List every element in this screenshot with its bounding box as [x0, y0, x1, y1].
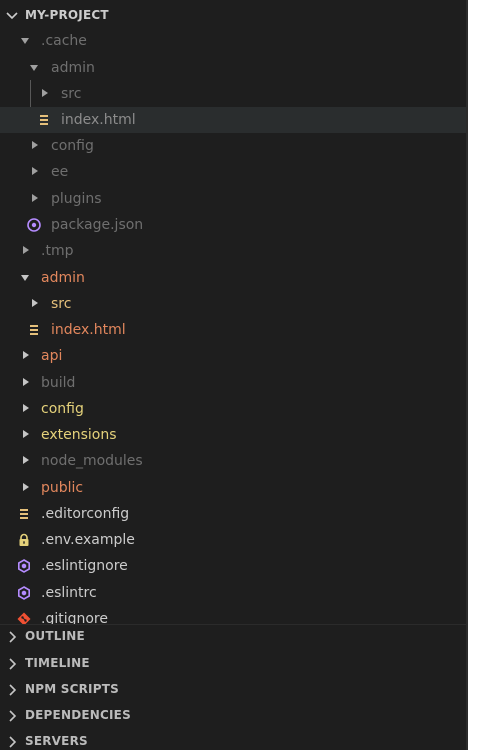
section-npm-scripts[interactable]: NPM SCRIPTS: [0, 676, 466, 702]
chevron-right-icon: [9, 684, 17, 696]
tree-file-env-example[interactable]: .env.example: [0, 527, 466, 553]
tree-item-label: .eslintrc: [41, 585, 97, 601]
tree-item-label: admin: [41, 270, 85, 286]
tree-item-label: .editorconfig: [41, 506, 130, 522]
section-timeline[interactable]: TIMELINE: [0, 650, 466, 676]
tree-folder-extensions[interactable]: extensions: [0, 422, 466, 448]
tree-file-eslintignore[interactable]: .eslintignore: [0, 553, 466, 579]
project-title: MY-PROJECT: [25, 8, 109, 22]
tree-folder-build[interactable]: build: [0, 370, 466, 396]
tree-item-label: index.html: [61, 112, 136, 128]
tree-folder-cache-config[interactable]: config: [0, 133, 466, 159]
section-title: DEPENDENCIES: [25, 708, 131, 722]
tree-item-label: plugins: [51, 191, 102, 207]
tree-folder-tmp[interactable]: .tmp: [0, 238, 466, 264]
section-title: SERVERS: [25, 734, 88, 748]
eslint-icon: [17, 586, 30, 600]
chevron-expanded-icon: [30, 65, 38, 71]
chevron-collapsed-icon: [23, 456, 29, 464]
tree-item-label: .eslintignore: [41, 558, 128, 574]
file-lines-icon: [20, 509, 28, 519]
tree-item-label: admin: [51, 60, 95, 76]
tree-item-label: src: [51, 296, 72, 312]
tree-folder-node-modules[interactable]: node_modules: [0, 448, 466, 474]
explorer-panel: MY-PROJECT .cache admin src index.html c…: [0, 0, 466, 750]
tree-file-admin-index-html[interactable]: index.html: [0, 317, 466, 343]
tree-file-editorconfig[interactable]: .editorconfig: [0, 501, 466, 527]
tree-folder-cache-admin-src[interactable]: src: [0, 81, 466, 107]
chevron-collapsed-icon: [32, 141, 38, 149]
section-servers[interactable]: SERVERS: [0, 728, 466, 750]
tree-item-label: node_modules: [41, 453, 143, 469]
nodejs-icon: [27, 218, 41, 232]
tree-item-label: config: [41, 401, 84, 417]
chevron-collapsed-icon: [32, 299, 38, 307]
chevron-expanded-icon: [21, 38, 29, 44]
tree-item-label: public: [41, 480, 84, 496]
tree-item-label: .tmp: [41, 243, 74, 259]
file-lines-icon: [30, 325, 38, 335]
chevron-right-icon: [9, 658, 17, 670]
section-dependencies[interactable]: DEPENDENCIES: [0, 702, 466, 728]
tree-folder-cache-plugins[interactable]: plugins: [0, 186, 466, 212]
tree-item-label: api: [41, 348, 63, 364]
section-title: TIMELINE: [25, 656, 90, 670]
chevron-collapsed-icon: [42, 89, 48, 97]
chevron-collapsed-icon: [23, 351, 29, 359]
tree-file-gitignore[interactable]: .gitignore: [0, 606, 466, 624]
tree-item-label: build: [41, 375, 76, 391]
tree-folder-config[interactable]: config: [0, 396, 466, 422]
tree-folder-admin-src[interactable]: src: [0, 291, 466, 317]
section-outline[interactable]: OUTLINE: [0, 623, 466, 649]
tree-folder-cache[interactable]: .cache: [0, 28, 466, 54]
chevron-collapsed-icon: [32, 194, 38, 202]
chevron-right-icon: [9, 736, 17, 748]
chevron-collapsed-icon: [23, 246, 29, 254]
tree-file-package-json[interactable]: package.json: [0, 212, 466, 238]
tree-item-label: .gitignore: [41, 611, 108, 624]
tree-item-label: ee: [51, 164, 69, 180]
tree-folder-admin[interactable]: admin: [0, 265, 466, 291]
tree-file-cache-index-html[interactable]: index.html: [0, 107, 466, 133]
tree-item-label: .cache: [41, 33, 87, 49]
eslint-icon: [17, 559, 30, 573]
tree-folder-public[interactable]: public: [0, 475, 466, 501]
tree-item-label: .env.example: [41, 532, 135, 548]
chevron-down-icon: [6, 12, 18, 20]
lock-icon: [19, 533, 29, 546]
panel-border: [466, 0, 468, 750]
chevron-right-icon: [9, 710, 17, 722]
project-header[interactable]: MY-PROJECT: [0, 2, 466, 28]
tree-item-label: src: [61, 86, 82, 102]
chevron-expanded-icon: [21, 275, 29, 281]
tree-folder-cache-ee[interactable]: ee: [0, 159, 466, 185]
chevron-collapsed-icon: [23, 483, 29, 491]
tree-file-eslintrc[interactable]: .eslintrc: [0, 580, 466, 606]
section-title: NPM SCRIPTS: [25, 682, 119, 696]
chevron-collapsed-icon: [23, 404, 29, 412]
file-lines-icon: [40, 115, 48, 125]
tree-folder-cache-admin[interactable]: admin: [0, 55, 466, 81]
tree-item-label: index.html: [51, 322, 126, 338]
tree-item-label: package.json: [51, 217, 144, 233]
tree-folder-api[interactable]: api: [0, 343, 466, 369]
chevron-collapsed-icon: [23, 430, 29, 438]
chevron-collapsed-icon: [32, 167, 38, 175]
chevron-collapsed-icon: [23, 378, 29, 386]
section-title: OUTLINE: [25, 629, 85, 643]
tree-item-label: extensions: [41, 427, 117, 443]
tree-item-label: config: [51, 138, 94, 154]
chevron-right-icon: [9, 631, 17, 643]
